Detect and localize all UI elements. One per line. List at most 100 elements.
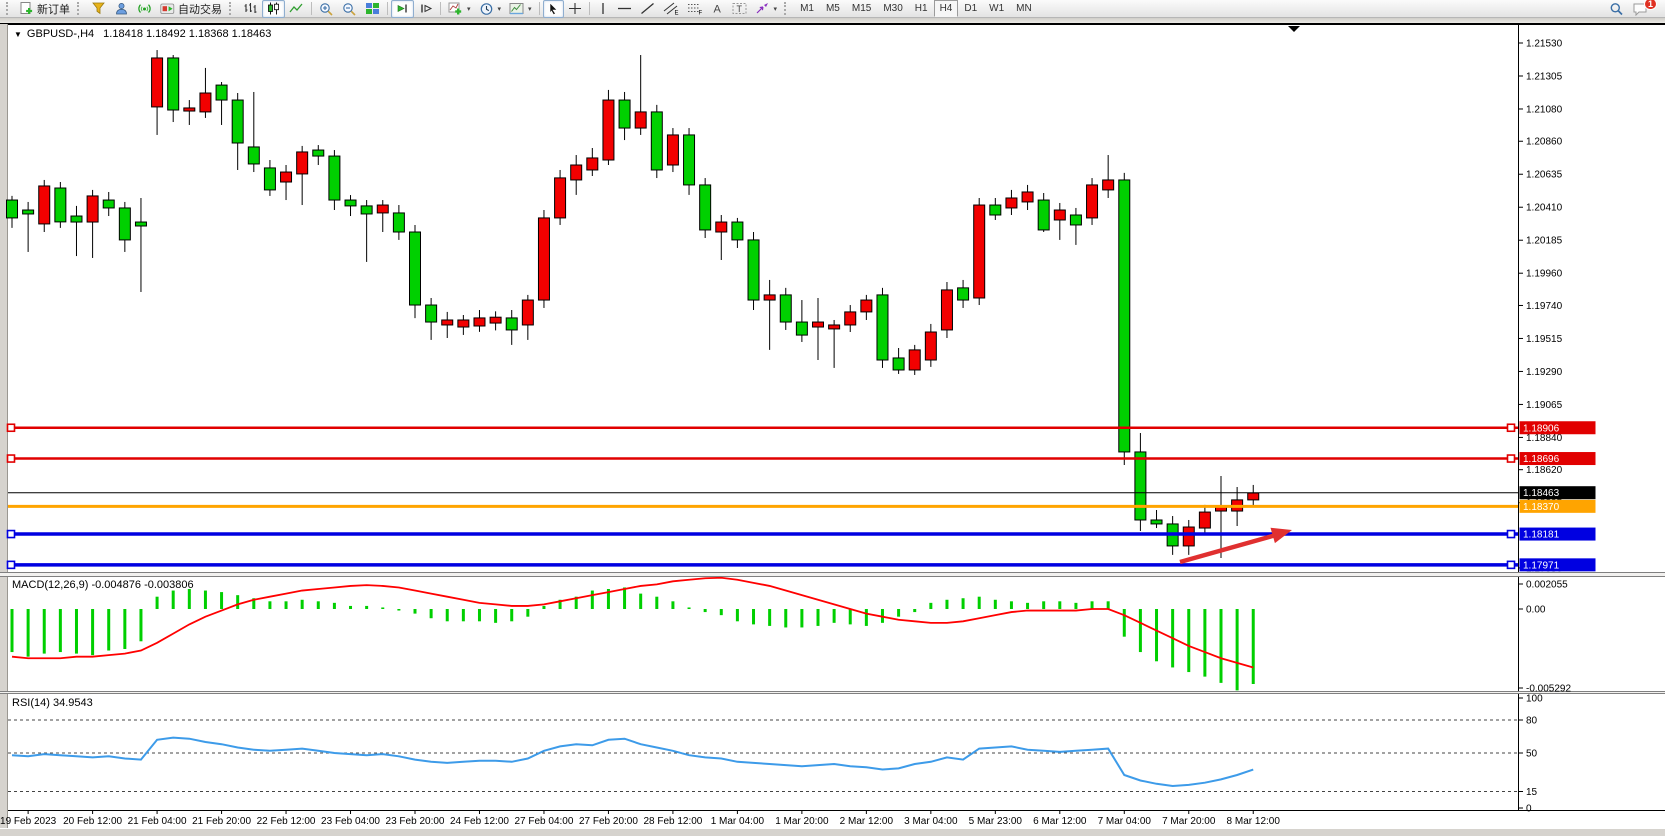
candle-body xyxy=(377,205,388,213)
time-tick-label: 20 Feb 12:00 xyxy=(63,816,122,827)
price-badge-value: 1.18463 xyxy=(1523,488,1560,499)
line-handle[interactable] xyxy=(1508,531,1515,538)
candle-body xyxy=(1183,527,1194,546)
time-tick-label: 1 Mar 20:00 xyxy=(775,816,829,827)
candle-body xyxy=(796,322,807,335)
candle-body xyxy=(216,85,227,100)
candle-body xyxy=(329,156,340,200)
candle-body xyxy=(635,112,646,128)
rsi-axis-label: 50 xyxy=(1526,749,1538,760)
rsi-axis-label: 80 xyxy=(1526,716,1538,727)
candle-body xyxy=(135,222,146,226)
time-tick-label: 23 Feb 04:00 xyxy=(321,816,380,827)
price-tick-label: 1.21305 xyxy=(1526,71,1563,82)
candle-body xyxy=(119,208,130,240)
candle-body xyxy=(264,168,275,190)
price-tick-label: 1.20860 xyxy=(1526,137,1563,148)
candle-body xyxy=(1151,520,1162,524)
time-tick-label: 1 Mar 04:00 xyxy=(711,816,765,827)
candle-body xyxy=(23,210,34,214)
time-tick-label: 27 Feb 20:00 xyxy=(579,816,638,827)
price-tick-label: 1.20410 xyxy=(1526,203,1563,214)
time-tick-label: 28 Feb 12:00 xyxy=(643,816,702,827)
candle-body xyxy=(168,58,179,110)
price-tick-label: 1.19290 xyxy=(1526,367,1563,378)
window-bottom-edge xyxy=(0,828,1665,836)
candle-body xyxy=(103,200,114,208)
candle-body xyxy=(7,200,18,218)
candle-body xyxy=(1070,215,1081,225)
price-tick-label: 1.18840 xyxy=(1526,433,1563,444)
candle-body xyxy=(442,320,453,325)
chart-canvas[interactable]: 1.215301.213051.210801.208601.206351.204… xyxy=(0,0,1665,836)
price-badge-value: 1.18906 xyxy=(1523,423,1560,434)
line-handle[interactable] xyxy=(1508,561,1515,568)
candle-body xyxy=(1054,210,1065,220)
candle-body xyxy=(1087,185,1098,218)
candle-body xyxy=(538,218,549,300)
time-tick-label: 19 Feb 2023 xyxy=(0,816,57,827)
price-tick-label: 1.21080 xyxy=(1526,104,1563,115)
candle-body xyxy=(651,112,662,170)
chart-background xyxy=(0,24,1665,836)
price-badge-value: 1.18181 xyxy=(1523,530,1560,541)
candle-body xyxy=(716,222,727,232)
candle-body xyxy=(1038,200,1049,230)
macd-axis-label: 0.00 xyxy=(1526,605,1546,616)
time-tick-label: 7 Mar 20:00 xyxy=(1162,816,1216,827)
candle-body xyxy=(877,295,888,360)
candle-body xyxy=(748,240,759,300)
candle-body xyxy=(958,288,969,300)
window-left-edge xyxy=(0,24,7,836)
line-handle[interactable] xyxy=(8,424,15,431)
time-tick-label: 23 Feb 20:00 xyxy=(386,816,445,827)
price-tick-label: 1.20185 xyxy=(1526,236,1563,247)
candle-body xyxy=(974,205,985,298)
candle-body xyxy=(925,332,936,360)
candle-body xyxy=(361,206,372,214)
price-tick-label: 1.20635 xyxy=(1526,170,1563,181)
candle-body xyxy=(71,216,82,222)
candle-body xyxy=(39,186,50,224)
price-badge-value: 1.18696 xyxy=(1523,454,1560,465)
candle-body xyxy=(1248,493,1259,500)
candle-body xyxy=(893,358,904,370)
price-tick-label: 1.19740 xyxy=(1526,301,1563,312)
line-handle[interactable] xyxy=(1508,424,1515,431)
line-handle[interactable] xyxy=(8,561,15,568)
time-tick-label: 21 Feb 20:00 xyxy=(192,816,251,827)
rsi-axis-label: 0 xyxy=(1526,804,1532,815)
candle-body xyxy=(684,135,695,185)
candle-body xyxy=(1022,192,1033,202)
candle-body xyxy=(152,58,163,107)
price-badge-value: 1.17971 xyxy=(1523,560,1560,571)
candle-body xyxy=(474,318,485,326)
candle-body xyxy=(506,318,517,330)
time-tick-label: 21 Feb 04:00 xyxy=(128,816,187,827)
candle-body xyxy=(619,100,630,128)
candle-body xyxy=(829,325,840,329)
candle-body xyxy=(1006,198,1017,208)
candle-body xyxy=(458,320,469,327)
candle-body xyxy=(281,172,292,182)
rsi-axis-label: 15 xyxy=(1526,787,1538,798)
time-tick-label: 27 Feb 04:00 xyxy=(514,816,573,827)
candle-body xyxy=(55,188,66,222)
candle-body xyxy=(587,158,598,170)
candle-body xyxy=(813,322,824,327)
line-handle[interactable] xyxy=(8,455,15,462)
candle-body xyxy=(410,232,421,305)
price-tick-label: 1.19515 xyxy=(1526,334,1563,345)
time-tick-label: 7 Mar 04:00 xyxy=(1098,816,1152,827)
candle-body xyxy=(313,150,324,156)
candle-body xyxy=(555,178,566,218)
candle-body xyxy=(1199,512,1210,528)
rsi-axis-label: 100 xyxy=(1526,694,1543,705)
line-handle[interactable] xyxy=(1508,455,1515,462)
line-handle[interactable] xyxy=(8,531,15,538)
candle-body xyxy=(990,205,1001,215)
candle-body xyxy=(345,200,356,206)
candle-body xyxy=(667,135,678,165)
macd-axis-label: 0.002055 xyxy=(1526,580,1568,591)
time-tick-label: 8 Mar 12:00 xyxy=(1227,816,1281,827)
